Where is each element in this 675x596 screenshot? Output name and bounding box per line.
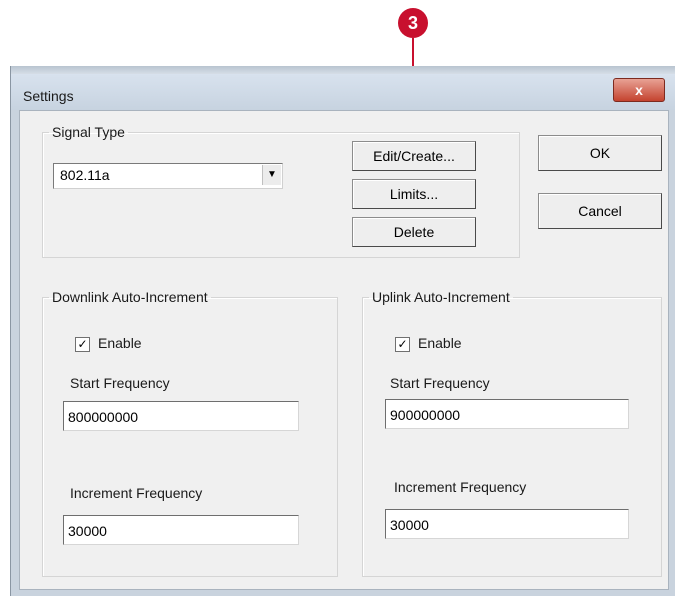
dialog-client-area: Signal Type 802.11a ▼ Edit/Create... Lim… bbox=[19, 110, 669, 590]
uplink-start-field[interactable]: 900000000 bbox=[385, 399, 629, 429]
downlink-legend: Downlink Auto-Increment bbox=[52, 289, 208, 305]
downlink-enable-checkbox[interactable]: ✓ bbox=[75, 337, 90, 352]
dropdown-arrow-icon[interactable]: ▼ bbox=[262, 165, 281, 185]
uplink-legend: Uplink Auto-Increment bbox=[372, 289, 510, 305]
cancel-button[interactable]: Cancel bbox=[538, 193, 662, 229]
uplink-increment-label: Increment Frequency bbox=[394, 479, 527, 495]
downlink-increment-field[interactable]: 30000 bbox=[63, 515, 299, 545]
window-title: Settings bbox=[23, 88, 74, 104]
ok-button[interactable]: OK bbox=[538, 135, 662, 171]
title-bar[interactable]: Settings x bbox=[11, 74, 675, 110]
downlink-enable-label: Enable bbox=[98, 335, 142, 351]
downlink-start-field[interactable]: 800000000 bbox=[63, 401, 299, 431]
uplink-enable-label: Enable bbox=[418, 335, 462, 351]
signal-type-legend: Signal Type bbox=[52, 124, 125, 140]
signal-type-select[interactable]: 802.11a ▼ bbox=[53, 163, 283, 189]
uplink-enable-checkbox[interactable]: ✓ bbox=[395, 337, 410, 352]
downlink-start-label: Start Frequency bbox=[70, 375, 170, 391]
delete-button[interactable]: Delete bbox=[352, 217, 476, 247]
signal-type-value: 802.11a bbox=[60, 167, 110, 183]
background-window-strip bbox=[11, 66, 675, 74]
uplink-increment-field[interactable]: 30000 bbox=[385, 509, 629, 539]
uplink-start-label: Start Frequency bbox=[390, 375, 490, 391]
callout-number: 3 bbox=[407, 13, 418, 33]
downlink-increment-label: Increment Frequency bbox=[70, 485, 203, 501]
close-button[interactable]: x bbox=[613, 78, 665, 102]
close-icon: x bbox=[635, 82, 643, 98]
edit-create-button[interactable]: Edit/Create... bbox=[352, 141, 476, 171]
settings-window: Settings x Signal Type 802.11a ▼ Edit/Cr… bbox=[10, 66, 675, 596]
callout-badge: 3 bbox=[398, 8, 428, 38]
limits-button[interactable]: Limits... bbox=[352, 179, 476, 209]
